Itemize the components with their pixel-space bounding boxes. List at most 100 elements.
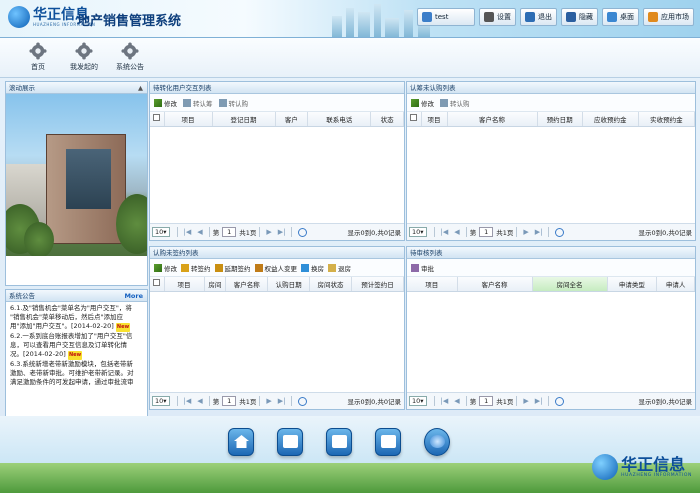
footer-logo: 华正信息 HUAZHENG INFORMATION [592, 454, 692, 480]
column-header[interactable]: 项目 [407, 277, 458, 292]
first-page-button[interactable]: |◀ [441, 228, 449, 236]
page-size-select[interactable]: 10 ▾ [409, 227, 427, 237]
user-button[interactable]: test [417, 8, 475, 26]
more-link[interactable]: More [124, 290, 143, 302]
to-purchase-button[interactable]: 转认购 [218, 98, 248, 108]
prev-page-button[interactable]: ◀ [454, 228, 459, 236]
hide-icon [566, 12, 576, 22]
settings-button[interactable]: 设置 [479, 8, 516, 26]
prev-page-button[interactable]: ◀ [454, 397, 459, 405]
select-all-checkbox[interactable] [410, 114, 418, 122]
edit-button[interactable]: 修改 [411, 98, 434, 108]
select-all-checkbox[interactable] [153, 279, 161, 287]
total-pages: 共1页 [496, 398, 514, 406]
nav-system-notice[interactable]: 系统公告 [110, 42, 150, 72]
edit-button[interactable]: 修改 [154, 98, 177, 108]
column-header[interactable]: 申请人 [656, 277, 695, 292]
last-page-button[interactable]: ▶| [535, 397, 543, 405]
nav-system-notice-label: 系统公告 [116, 63, 144, 71]
page-label: 第 [212, 229, 220, 237]
column-header[interactable]: 联系电话 [307, 112, 372, 127]
to-sign-button[interactable]: 转签约 [181, 263, 211, 273]
beneficiary-change-button[interactable]: 权益人变更 [254, 263, 297, 273]
photo-panel-title-text: 滚动展示 [9, 84, 35, 92]
page-number-input[interactable]: 1 [222, 396, 237, 406]
logout-button[interactable]: 退出 [520, 8, 557, 26]
dock-home-button[interactable] [228, 428, 254, 456]
hide-button[interactable]: 隐藏 [561, 8, 598, 26]
approve-button[interactable]: 审批 [411, 263, 434, 273]
select-all-column [150, 277, 165, 292]
page-number-input[interactable]: 1 [479, 396, 494, 406]
desktop-button[interactable]: 桌面 [602, 8, 639, 26]
dock-folder-button[interactable] [326, 428, 352, 456]
delay-sign-button[interactable]: 延期签约 [214, 263, 251, 273]
prev-page-button[interactable]: ◀ [197, 397, 202, 405]
next-page-button[interactable]: ▶ [523, 397, 528, 405]
column-header[interactable]: 实收预约金 [638, 112, 695, 127]
nav-my-initiated[interactable]: 我发起的 [64, 42, 104, 72]
change-room-button[interactable]: 换房 [301, 263, 324, 273]
app-market-button[interactable]: 应用市场 [643, 8, 694, 26]
column-header[interactable]: 预计签约日 [351, 277, 404, 292]
header-button-group: test 设置 退出 隐藏 桌面 应用市场 [417, 8, 694, 26]
column-header[interactable]: 项目 [164, 112, 213, 127]
column-header[interactable]: 应收预约金 [582, 112, 639, 127]
page-size-select[interactable]: 10 ▾ [152, 396, 170, 406]
dock-folder-button[interactable] [277, 428, 303, 456]
user-button-label: test [435, 13, 449, 21]
first-page-button[interactable]: |◀ [184, 397, 192, 405]
home-gear-icon [29, 42, 47, 60]
ann-line: 满足激励条件的可发起申请，通过审批流审 [10, 378, 134, 386]
edit-button[interactable]: 修改 [154, 263, 177, 273]
panel-toolbar: 修改 转认筹 转认购 [150, 94, 404, 112]
nav-home[interactable]: 首页 [18, 42, 58, 72]
next-page-button[interactable]: ▶ [523, 228, 528, 236]
column-header[interactable]: 客户 [275, 112, 309, 127]
page-number-input[interactable]: 1 [222, 227, 237, 237]
refresh-icon[interactable] [298, 227, 308, 237]
prev-page-button[interactable]: ◀ [197, 228, 202, 236]
home-icon [234, 435, 249, 448]
page-size-select[interactable]: 10 ▾ [409, 396, 427, 406]
next-page-button[interactable]: ▶ [266, 228, 271, 236]
dock-globe-button[interactable] [424, 428, 450, 456]
page-size-select[interactable]: 10 ▾ [152, 227, 170, 237]
first-page-button[interactable]: |◀ [441, 397, 449, 405]
app-header: 华正信息 HUAZHENG INFORMATION 地产销售管理系统 test … [0, 0, 700, 38]
column-header[interactable]: 预约日期 [537, 112, 583, 127]
column-header[interactable]: 客户名称 [225, 277, 269, 292]
announcement-title-text: 系统公告 [9, 292, 35, 300]
next-page-button[interactable]: ▶ [266, 397, 271, 405]
pagination-bar: 10 ▾ |◀ ◀ 第 1 共1页 ▶ ▶| 显示0到0,共0记录 [150, 223, 404, 240]
first-page-button[interactable]: |◀ [184, 228, 192, 236]
app-window: 华正信息 HUAZHENG INFORMATION 地产销售管理系统 test … [0, 0, 700, 493]
column-header[interactable]: 房间全名 [532, 277, 608, 292]
last-page-button[interactable]: ▶| [278, 397, 286, 405]
collapse-arrow-icon[interactable]: ▲ [138, 82, 143, 94]
column-header[interactable]: 客户名称 [457, 277, 533, 292]
dock-folder-button[interactable] [375, 428, 401, 456]
column-header[interactable]: 申请类型 [607, 277, 658, 292]
column-header[interactable]: 登记日期 [212, 112, 276, 127]
to-reserve-button[interactable]: 转认筹 [183, 98, 213, 108]
logout-icon [525, 12, 535, 22]
page-number-input[interactable]: 1 [479, 227, 494, 237]
column-header[interactable]: 认购日期 [267, 277, 311, 292]
column-header[interactable]: 项目 [164, 277, 205, 292]
column-header[interactable]: 项目 [421, 112, 448, 127]
last-page-button[interactable]: ▶| [278, 228, 286, 236]
refresh-icon[interactable] [555, 227, 565, 237]
return-room-button[interactable]: 退房 [328, 263, 351, 273]
select-all-checkbox[interactable] [153, 114, 161, 122]
refresh-icon[interactable] [555, 396, 565, 406]
column-header[interactable]: 状态 [370, 112, 404, 127]
globe-icon [430, 435, 445, 448]
last-page-button[interactable]: ▶| [535, 228, 543, 236]
my-initiated-gear-icon [75, 42, 93, 60]
refresh-icon[interactable] [298, 396, 308, 406]
column-header[interactable]: 客户名称 [447, 112, 538, 127]
column-header[interactable]: 房间 [204, 277, 227, 292]
column-header[interactable]: 房间状态 [309, 277, 352, 292]
to-purchase-button[interactable]: 转认购 [440, 98, 470, 108]
